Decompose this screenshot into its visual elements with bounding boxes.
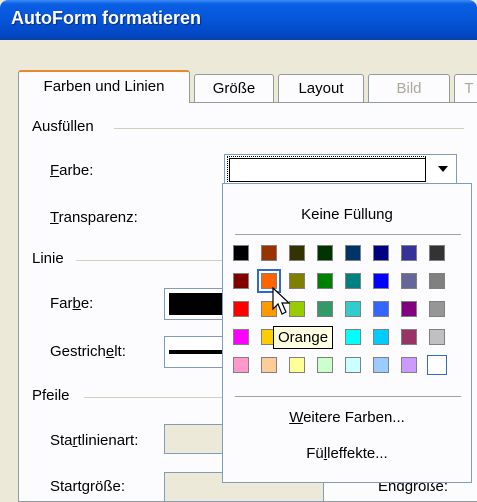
color-swatch[interactable]	[345, 273, 361, 289]
color-swatch[interactable]	[401, 357, 417, 373]
popup-separator	[235, 234, 461, 235]
chevron-down-icon	[438, 166, 448, 172]
fill-color-dropdown-button[interactable]	[431, 156, 455, 182]
dash-label: Gestrichelt:	[50, 343, 126, 360]
color-swatch[interactable]	[345, 357, 361, 373]
color-swatch[interactable]	[261, 357, 277, 373]
color-swatch[interactable]	[373, 273, 389, 289]
color-swatch[interactable]	[317, 273, 333, 289]
color-swatch[interactable]	[373, 357, 389, 373]
dash-preview	[169, 350, 229, 354]
fill-color-combobox[interactable]	[224, 154, 457, 184]
start-style-combobox[interactable]	[164, 424, 224, 454]
fill-group-divider	[114, 128, 464, 129]
start-style-label: Startlinienart:	[50, 432, 139, 449]
line-color-combobox[interactable]	[164, 288, 229, 320]
color-swatch[interactable]	[427, 355, 447, 375]
tab-bild[interactable]: Bild	[368, 74, 450, 102]
color-swatch[interactable]	[289, 245, 305, 261]
color-tooltip: Orange	[273, 326, 334, 349]
more-colors-option[interactable]: Weitere Farben...	[223, 409, 471, 426]
color-swatch[interactable]	[345, 301, 361, 317]
tab-layout[interactable]: Layout	[278, 74, 364, 102]
color-swatch[interactable]	[401, 301, 417, 317]
fill-color-label: Farbe:	[50, 162, 94, 179]
title-bar: AutoForm formatieren	[0, 0, 477, 40]
tab-farben-und-linien[interactable]: Farben und Linien	[18, 70, 190, 103]
start-size-label: Startgröße:	[50, 478, 126, 495]
color-swatch[interactable]	[317, 301, 333, 317]
tab-label: Bild	[396, 80, 422, 97]
tab-label: Größe	[212, 80, 256, 97]
color-swatch[interactable]	[289, 357, 305, 373]
color-swatch[interactable]	[345, 245, 361, 261]
line-group-divider	[76, 260, 224, 261]
color-swatch[interactable]	[233, 329, 249, 345]
dash-combobox[interactable]	[164, 336, 229, 368]
color-swatch[interactable]	[233, 301, 249, 317]
color-swatch[interactable]	[373, 245, 389, 261]
focus-rect	[227, 156, 426, 182]
color-swatch[interactable]	[429, 301, 445, 317]
tab-textfeld[interactable]: T	[454, 74, 477, 102]
popup-separator	[235, 396, 461, 397]
color-swatch[interactable]	[317, 357, 333, 373]
no-fill-option[interactable]: Keine Füllung	[223, 206, 471, 223]
tab-label: T	[464, 80, 474, 97]
color-picker-popup: Keine Füllung Weitere Farben... Fülleffe…	[222, 183, 472, 483]
color-swatch[interactable]	[233, 357, 249, 373]
color-swatch[interactable]	[345, 329, 361, 345]
color-swatch[interactable]	[429, 273, 445, 289]
tab-label: Farben und Linien	[43, 78, 165, 95]
color-swatch[interactable]	[429, 245, 445, 261]
tab-groesse[interactable]: Größe	[194, 74, 274, 102]
color-swatch[interactable]	[401, 245, 417, 261]
fill-effects-option[interactable]: Fülleffekte...	[223, 445, 471, 462]
line-group-label: Linie	[32, 250, 64, 267]
color-swatch[interactable]	[317, 245, 333, 261]
arrows-group-label: Pfeile	[32, 387, 70, 404]
color-swatch[interactable]	[373, 329, 389, 345]
color-swatch[interactable]	[429, 329, 445, 345]
transparency-label: Transparenz:	[50, 209, 138, 226]
color-swatch[interactable]	[373, 301, 389, 317]
color-swatch[interactable]	[401, 329, 417, 345]
color-swatch[interactable]	[261, 245, 277, 261]
color-swatch[interactable]	[233, 245, 249, 261]
fill-group-label: Ausfüllen	[32, 118, 94, 135]
line-color-label: Farbe:	[50, 295, 94, 312]
color-swatch[interactable]	[233, 273, 249, 289]
line-color-swatch	[169, 293, 229, 315]
color-swatch[interactable]	[401, 273, 417, 289]
tab-label: Layout	[298, 80, 344, 97]
window-title: AutoForm formatieren	[11, 8, 202, 28]
mouse-pointer-icon	[272, 287, 291, 315]
arrows-group-divider	[84, 397, 224, 398]
